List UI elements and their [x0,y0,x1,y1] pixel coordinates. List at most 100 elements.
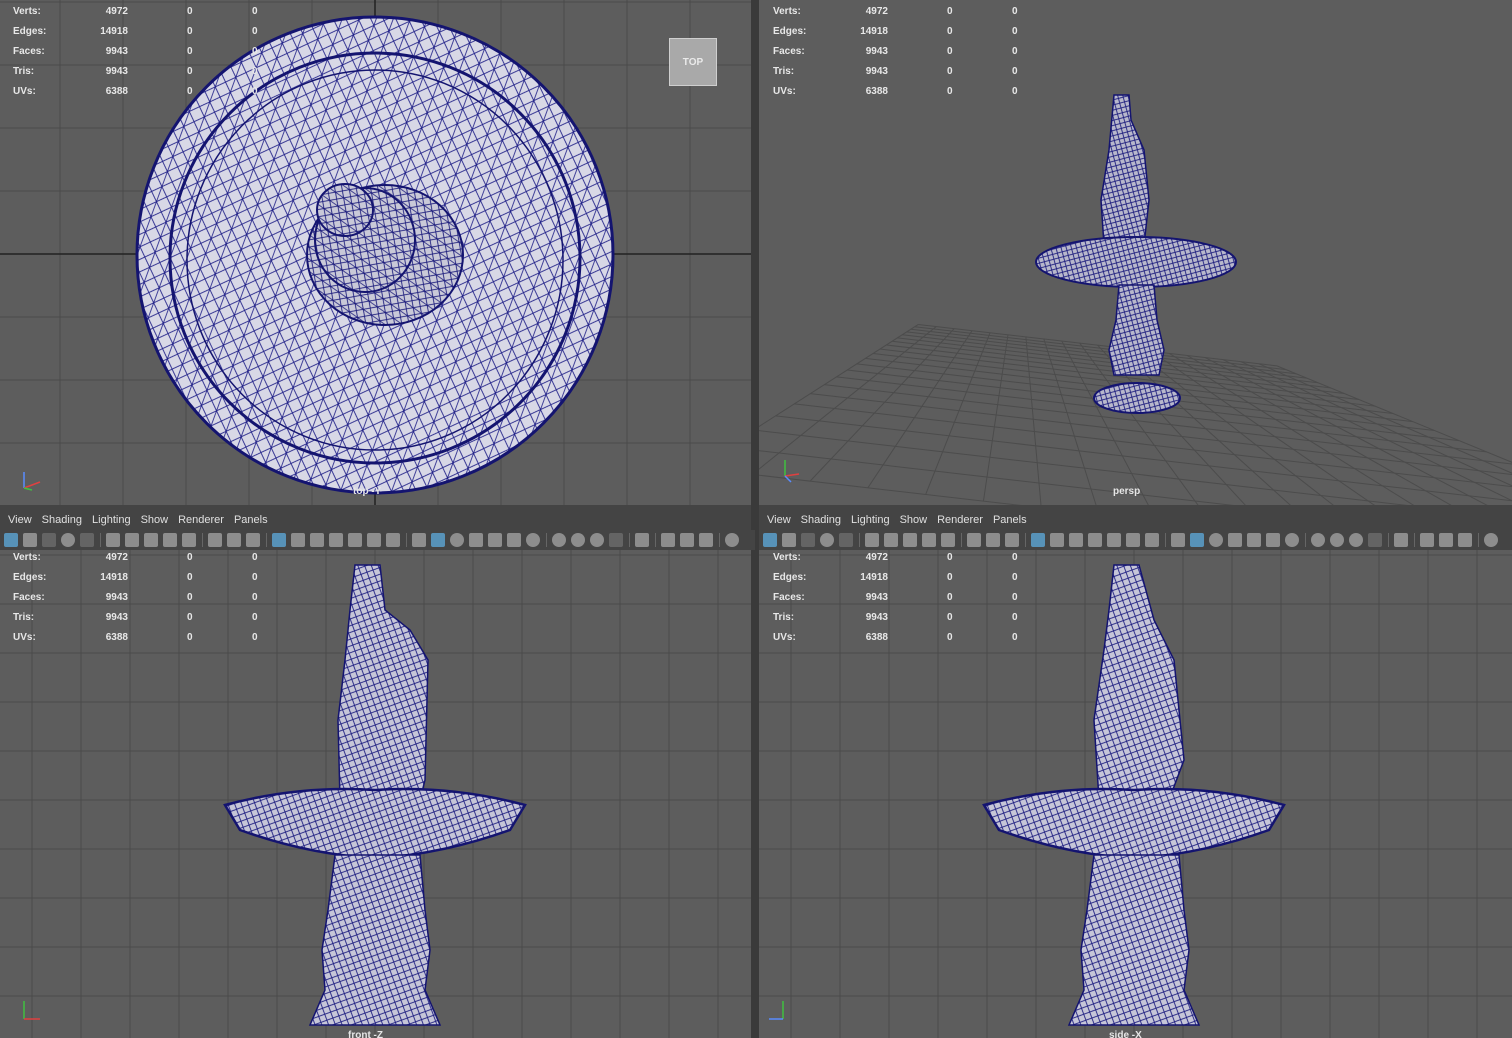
smooth-shade-icon[interactable] [1247,533,1261,547]
hud-label: UVs: [13,86,36,97]
select-all-icon[interactable] [571,533,585,547]
bookmark-icon[interactable] [801,533,815,547]
wireframe-icon[interactable] [1228,533,1242,547]
hud-value: 6388 [105,86,128,97]
film-gate-icon[interactable] [1394,533,1408,547]
menu-view[interactable]: View [767,514,791,526]
light-icon[interactable] [903,533,917,547]
smooth-shade-icon[interactable] [865,533,879,547]
grid-icon[interactable] [1005,533,1019,547]
smooth-shade-icon[interactable] [291,533,305,547]
viewport-2-icon[interactable] [367,533,381,547]
xray-icon[interactable] [507,533,521,547]
film-gate-icon[interactable] [450,533,464,547]
hud-value: 0 [252,632,258,643]
select-all-icon[interactable] [763,533,777,547]
grid-icon[interactable] [1190,533,1204,547]
smooth-shade-icon[interactable] [661,533,675,547]
viewport-2-icon[interactable] [725,533,739,547]
bookmark-icon[interactable] [986,533,1000,547]
hud-value: 6388 [865,632,888,643]
viewport-2-icon[interactable] [1484,533,1498,547]
menu-lighting[interactable]: Lighting [851,514,890,526]
toolbar-separator [1478,533,1479,547]
xray-icon[interactable] [1439,533,1453,547]
camera-icon[interactable] [590,533,604,547]
smooth-shade-icon[interactable] [1420,533,1434,547]
viewport-2-icon[interactable] [1126,533,1140,547]
viewcube[interactable]: TOP [669,38,717,86]
light-icon[interactable] [1285,533,1299,547]
grid-icon[interactable] [431,533,445,547]
xray-icon[interactable] [680,533,694,547]
select-all-icon[interactable] [1330,533,1344,547]
menu-show[interactable]: Show [141,514,169,526]
grid-icon[interactable] [820,533,834,547]
isolate-icon[interactable] [348,533,362,547]
light-icon[interactable] [1458,533,1472,547]
film-gate-icon[interactable] [1209,533,1223,547]
panel-menubar-front: View Shading Lighting Show Renderer Pane… [0,509,751,531]
smooth-shade-icon[interactable] [488,533,502,547]
hud-label: Faces: [13,46,45,57]
viewport-2-icon[interactable] [552,533,566,547]
camera-icon[interactable] [967,533,981,547]
xray-icon[interactable] [125,533,139,547]
axis-gizmo-icon [23,472,41,491]
light-icon[interactable] [144,533,158,547]
grid-icon[interactable] [61,533,75,547]
camera-icon[interactable] [1349,533,1363,547]
light-icon[interactable] [526,533,540,547]
bookmark-icon[interactable] [227,533,241,547]
xray-icon[interactable] [1069,533,1083,547]
light-icon[interactable] [329,533,343,547]
bookmark-icon[interactable] [1368,533,1382,547]
xray-icon[interactable] [310,533,324,547]
menu-renderer[interactable]: Renderer [178,514,224,526]
isolate-icon[interactable] [163,533,177,547]
hud-row: Faces: 9943 0 0 [0,588,270,608]
pane-divider[interactable] [751,0,759,1038]
xray-icon[interactable] [884,533,898,547]
camera-icon[interactable] [208,533,222,547]
wireframe-icon[interactable] [1031,533,1045,547]
hud-value: 0 [252,26,258,37]
menu-renderer[interactable]: Renderer [937,514,983,526]
bookmark-icon[interactable] [609,533,623,547]
hud-value: 0 [947,6,953,17]
camera-icon[interactable] [782,533,796,547]
bookmark-icon[interactable] [412,533,426,547]
select-all-icon[interactable] [1145,533,1159,547]
camera-icon[interactable] [23,533,37,547]
film-gate-icon[interactable] [635,533,649,547]
smooth-shade-icon[interactable] [106,533,120,547]
bookmark-icon[interactable] [1171,533,1185,547]
menu-view[interactable]: View [8,514,32,526]
menu-shading[interactable]: Shading [42,514,82,526]
light-icon[interactable] [699,533,713,547]
menu-lighting[interactable]: Lighting [92,514,131,526]
select-all-icon[interactable] [4,533,18,547]
bookmark-icon[interactable] [42,533,56,547]
film-gate-icon[interactable] [80,533,94,547]
wireframe-icon[interactable] [272,533,286,547]
isolate-icon[interactable] [922,533,936,547]
viewport-2-icon[interactable] [941,533,955,547]
menu-shading[interactable]: Shading [801,514,841,526]
viewport-2-icon[interactable] [182,533,196,547]
hud-value: 9943 [105,612,128,623]
light-icon[interactable] [1088,533,1102,547]
xray-icon[interactable] [1266,533,1280,547]
menu-panels[interactable]: Panels [993,514,1027,526]
menu-panels[interactable]: Panels [234,514,268,526]
menu-show[interactable]: Show [900,514,928,526]
select-all-icon[interactable] [386,533,400,547]
film-gate-icon[interactable] [839,533,853,547]
smooth-shade-icon[interactable] [1050,533,1064,547]
viewport-2-icon[interactable] [1311,533,1325,547]
isolate-icon[interactable] [1107,533,1121,547]
grid-icon[interactable] [246,533,260,547]
wireframe-icon[interactable] [469,533,483,547]
hud-label: Verts: [13,552,41,563]
hud-label: Edges: [773,572,807,583]
